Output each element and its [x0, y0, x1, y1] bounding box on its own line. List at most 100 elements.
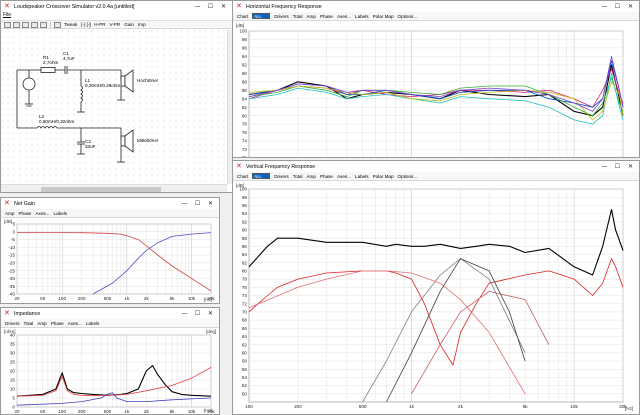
- mid-label: Mitteltöner: [137, 138, 159, 143]
- tab-phase[interactable]: Phase: [16, 211, 33, 216]
- y-tick-label: 100: [239, 29, 247, 34]
- app-icon: ✕: [236, 2, 242, 10]
- close-icon[interactable]: ✕: [624, 3, 637, 10]
- minimize-icon[interactable]: —: [178, 200, 191, 207]
- circuit-schematic[interactable]: R1 2,7ohm C1 4,7uF L1 0,20mH/0,25ohm L2 …: [1, 30, 227, 184]
- tab-polar-map[interactable]: Polar Map: [371, 14, 396, 19]
- y-tick-label: 76: [242, 285, 248, 290]
- tab-labels[interactable]: Labels: [353, 14, 371, 19]
- maximize-icon[interactable]: ☐: [204, 3, 217, 10]
- imp-button[interactable]: Imp: [136, 22, 148, 27]
- new-icon[interactable]: [4, 21, 11, 28]
- hfr-title: Horizontal Frequency Response: [246, 3, 322, 10]
- y-tick-label: -5: [11, 237, 16, 242]
- y-tick-label: 92: [242, 62, 248, 67]
- circuit-hscrollbar[interactable]: [1, 184, 227, 192]
- tab-options[interactable]: Options...: [396, 14, 420, 19]
- plot-area: [16, 223, 212, 295]
- tab-drivers[interactable]: Drivers: [272, 174, 291, 179]
- x-tick-label: 50: [40, 296, 46, 301]
- scroll-thumb[interactable]: [41, 187, 161, 192]
- y-tick-label: 30: [10, 351, 16, 356]
- y-tick-label: 50: [242, 391, 248, 396]
- tweak-button[interactable]: Tweak: [62, 22, 79, 27]
- save-icon[interactable]: [22, 21, 29, 28]
- tab-axes[interactable]: Axes...: [335, 174, 353, 179]
- tab-axes[interactable]: Axes...: [66, 321, 84, 326]
- tab-polar-map[interactable]: Polar Map: [371, 174, 396, 179]
- y-tick-label: 62: [242, 342, 248, 347]
- minimize-icon[interactable]: —: [191, 3, 204, 10]
- tab-phase[interactable]: Phase: [49, 321, 66, 326]
- y-tick-label: 98: [242, 195, 248, 200]
- window-controls: — ☐ ✕: [598, 161, 637, 172]
- tab-drivers[interactable]: Drivers: [272, 14, 291, 19]
- tab-labels[interactable]: Labels: [353, 174, 371, 179]
- vertical-fr-window: ✕ Vertical Frequency Response — ☐ ✕ Char…: [232, 160, 640, 415]
- x-tick-label: 100: [58, 296, 66, 301]
- net-gain-chart[interactable]: 50-5-10-15-20-25-30-35-4020 50 100 200 500 1k…: [1, 218, 219, 304]
- x-tick-label: 500: [359, 404, 367, 409]
- maximize-icon[interactable]: ☐: [611, 163, 624, 170]
- tab-total[interactable]: Total: [291, 174, 305, 179]
- y-tick-label: -30: [8, 276, 15, 281]
- redo-icon[interactable]: [40, 21, 47, 28]
- y-tick-label: 20: [10, 369, 16, 374]
- y-tick-label: 84: [242, 252, 248, 257]
- y-tick-label: 54: [242, 375, 248, 380]
- close-icon[interactable]: ✕: [204, 200, 217, 207]
- y-tick-label: 100: [239, 187, 247, 192]
- tab-phase[interactable]: Phase: [318, 14, 335, 19]
- tab-axes[interactable]: Axes...: [33, 211, 51, 216]
- maximize-icon[interactable]: ☐: [191, 310, 204, 317]
- tweak-icon[interactable]: [54, 21, 61, 28]
- impedance-toolbar: Drivers Total Amp Phase Axes... Labels: [1, 319, 219, 328]
- window-controls: — ☐ ✕: [178, 198, 217, 209]
- y-tick-label: 92: [242, 219, 248, 224]
- impedance-chart[interactable]: 403530252015105020 50 100 200 500 1k 2k 5k 10k 20…: [1, 328, 219, 415]
- tab-phase[interactable]: Phase: [318, 174, 335, 179]
- minimize-icon[interactable]: —: [178, 310, 191, 317]
- tab-options[interactable]: Options...: [396, 174, 420, 179]
- y-tick-label: 25: [10, 360, 16, 365]
- vfr-chart[interactable]: 100 98 96 94 92 90 88 86 84 82 80 78 76 74 72 70 68 66 64 6…: [233, 181, 639, 415]
- maximize-icon[interactable]: ☐: [611, 3, 624, 10]
- tab-axes[interactable]: Axes...: [335, 14, 353, 19]
- minimize-icon[interactable]: —: [598, 163, 611, 170]
- toolbar-separator: [50, 21, 51, 28]
- close-icon[interactable]: ✕: [204, 310, 217, 317]
- y-tick-label: 35: [10, 342, 16, 347]
- gain-button[interactable]: Gain: [122, 22, 136, 27]
- chart-select[interactable]: ALL: [252, 173, 271, 179]
- chart-select[interactable]: ALL: [252, 13, 271, 19]
- y-tick-label: -15: [8, 253, 15, 258]
- x-tick-label: 1k: [124, 296, 130, 301]
- tab-labels[interactable]: Labels: [52, 211, 70, 216]
- x-tick-label: 5k: [523, 404, 529, 409]
- y-tick-label: 74: [242, 293, 248, 298]
- maximize-icon[interactable]: ☐: [191, 200, 204, 207]
- hpr-button[interactable]: H-PR: [92, 22, 107, 27]
- tab-labels[interactable]: Labels: [84, 321, 102, 326]
- tab-amp[interactable]: Amp: [304, 174, 317, 179]
- vfr-titlebar: ✕ Vertical Frequency Response — ☐ ✕: [233, 161, 639, 172]
- menu-file[interactable]: File: [3, 12, 11, 18]
- circuit-window: ✕ Loudspeaker Crossover Simulator v2.0.4…: [0, 0, 233, 193]
- tab-amp[interactable]: Amp: [35, 321, 48, 326]
- r1-value: 2,7ohm: [43, 60, 58, 65]
- tab-total[interactable]: Total: [22, 321, 36, 326]
- window-controls: — ☐ ✕: [178, 308, 217, 319]
- vpr-button[interactable]: V-PR: [108, 22, 123, 27]
- close-icon[interactable]: ✕: [217, 3, 230, 10]
- tab-amp[interactable]: Amp: [3, 211, 16, 216]
- undo-icon[interactable]: [31, 21, 38, 28]
- open-icon[interactable]: [13, 21, 20, 28]
- close-icon[interactable]: ✕: [624, 163, 637, 170]
- x-tick-label: 500: [104, 296, 112, 301]
- minimize-icon[interactable]: —: [598, 3, 611, 10]
- tab-total[interactable]: Total: [291, 14, 305, 19]
- tab-amp[interactable]: Amp: [304, 14, 317, 19]
- y-tick-label: 98: [242, 37, 248, 42]
- hfr-chart[interactable]: 100 98 96 94 92 90 88 86 84 82 80 78 76 74 72 70: [233, 21, 639, 158]
- tab-drivers[interactable]: Drivers: [3, 321, 22, 326]
